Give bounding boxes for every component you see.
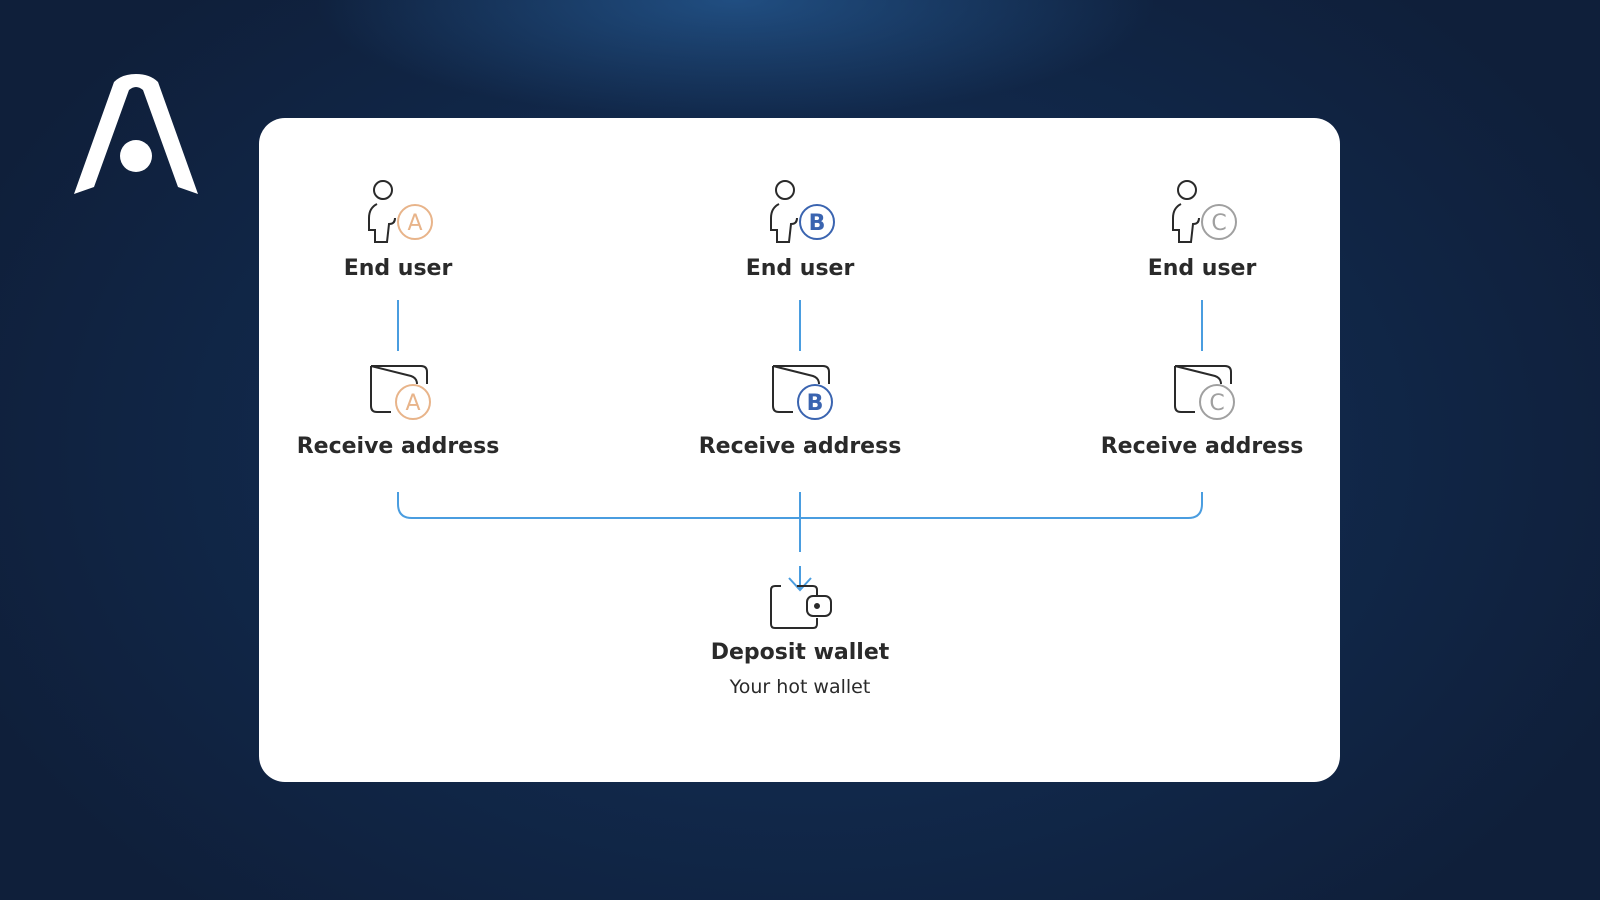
svg-text:C: C: [1209, 391, 1224, 416]
end-user-label: End user: [343, 256, 453, 281]
receive-address-label: Receive address: [296, 434, 500, 459]
person-icon: B: [770, 180, 835, 243]
wallet-card-icon: B: [772, 365, 833, 420]
person-icon: A: [368, 180, 433, 243]
brand-logo-icon: [74, 74, 198, 194]
end-user-label: End user: [1147, 256, 1257, 281]
person-icon: C: [1172, 180, 1237, 243]
wallet-card-icon: C: [1174, 365, 1235, 420]
wallet-card-icon: A: [370, 365, 431, 420]
receive-address-label: Receive address: [1100, 434, 1304, 459]
deposit-wallet-label: Deposit wallet: [710, 640, 890, 665]
wallet-icon: [770, 585, 832, 629]
svg-text:C: C: [1211, 211, 1226, 236]
deposit-wallet-sublabel: Your hot wallet: [729, 676, 871, 698]
end-user-label: End user: [745, 256, 855, 281]
flow-diagram-card: A End user A Receive address B End user: [259, 118, 1340, 782]
receive-address-label: Receive address: [698, 434, 902, 459]
svg-text:A: A: [405, 391, 420, 416]
svg-text:B: B: [809, 211, 826, 236]
svg-text:A: A: [407, 211, 422, 236]
svg-text:B: B: [807, 391, 824, 416]
